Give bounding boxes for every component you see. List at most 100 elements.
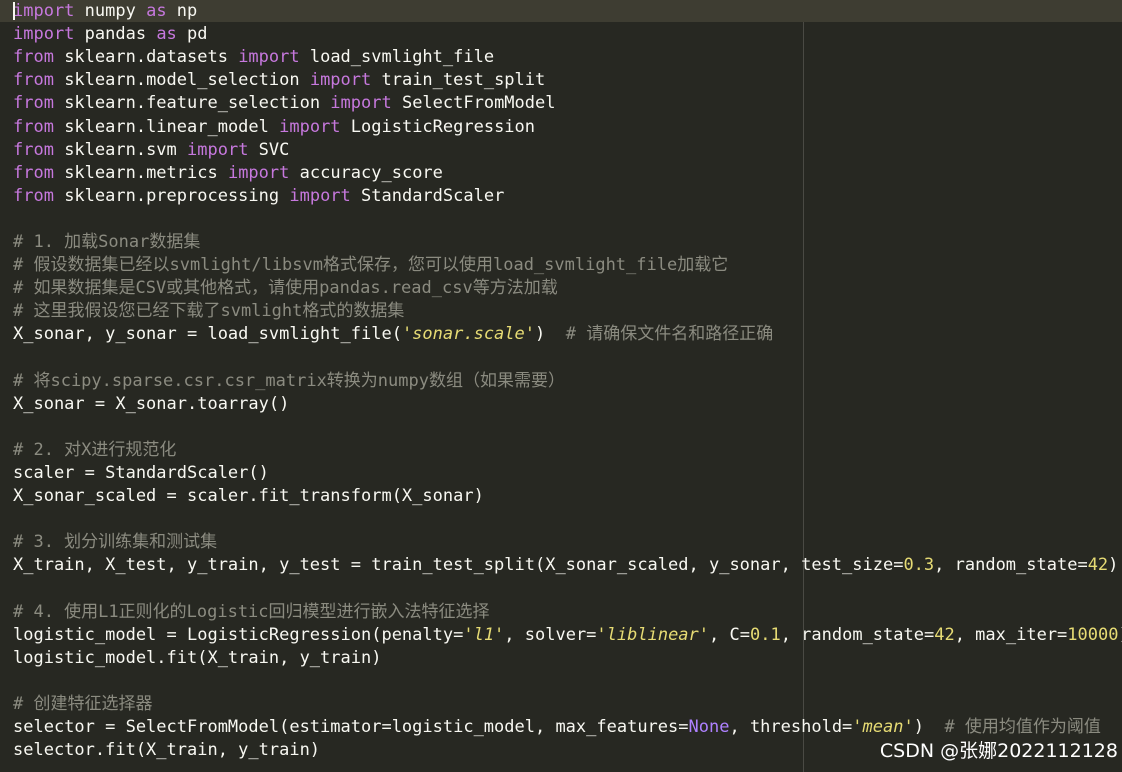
code-token: , solver=	[504, 624, 597, 645]
code-token: X_sonar = X_sonar.toarray()	[13, 393, 290, 414]
code-token: numpy	[74, 1, 147, 21]
code-line[interactable]: X_sonar = X_sonar.toarray()	[13, 393, 289, 415]
code-token: scaler = StandardScaler()	[13, 463, 269, 483]
code-token: X_sonar_scaled = scaler.fit_transform(X_…	[13, 486, 484, 507]
code-token: )	[535, 324, 566, 345]
comment-token: # 将scipy.sparse.csr.csr_matrix转换为numpy数组…	[13, 370, 565, 391]
code-token: , max_iter=	[954, 624, 1068, 645]
code-token: sklearn.linear_model	[53, 116, 280, 137]
code-token: X_train, X_test, y_train, y_test = train…	[13, 555, 904, 576]
code-line[interactable]: X_train, X_test, y_train, y_test = train…	[13, 554, 1118, 576]
code-token: selector = SelectFromModel(estimator=log…	[13, 717, 689, 738]
code-line[interactable]: from sklearn.model_selection import trai…	[13, 69, 545, 91]
code-token: np	[166, 1, 198, 21]
code-line[interactable]: # 3. 划分训练集和测试集	[13, 531, 217, 553]
column-ruler	[803, 0, 804, 772]
keyword-token: from	[13, 47, 54, 68]
code-token: SVC	[248, 139, 290, 160]
code-line[interactable]: # 1. 加载Sonar数据集	[13, 231, 200, 253]
literal-token: 42	[934, 624, 955, 645]
code-token: StandardScaler	[350, 185, 505, 206]
code-token: sklearn.datasets	[53, 47, 239, 68]
csdn-watermark: CSDN @张娜2022112128	[879, 740, 1118, 762]
code-line[interactable]: X_sonar_scaled = scaler.fit_transform(X_…	[13, 485, 484, 507]
literal-token: 10000	[1067, 624, 1119, 645]
code-line[interactable]: # 2. 对X进行规范化	[13, 439, 176, 461]
code-line[interactable]: # 如果数据集是CSV或其他格式，请使用pandas.read_csv等方法加载	[13, 277, 558, 299]
code-token: , threshold=	[729, 717, 853, 738]
code-token: X_sonar, y_sonar = load_svmlight_file(	[13, 324, 402, 345]
keyword-token: from	[13, 116, 54, 137]
comment-token: # 2. 对X进行规范化	[13, 439, 177, 460]
code-token: )	[1118, 625, 1122, 645]
code-token: load_svmlight_file	[299, 47, 495, 68]
string-token: 'mean'	[852, 717, 914, 738]
comment-token: # 1. 加载Sonar数据集	[13, 232, 201, 252]
code-token: LogisticRegression	[340, 116, 536, 137]
keyword-token: import	[238, 47, 300, 68]
code-line-current[interactable]: import numpy as np	[0, 0, 1122, 22]
keyword-token: import	[227, 162, 290, 183]
code-token: selector.fit(X_train, y_train)	[13, 740, 321, 761]
code-line[interactable]: from sklearn.svm import SVC	[13, 139, 289, 161]
code-line[interactable]: scaler = StandardScaler()	[13, 462, 269, 484]
keyword-token: from	[13, 162, 54, 183]
literal-token: 42	[1087, 555, 1109, 576]
keyword-token: import	[330, 93, 392, 114]
code-line[interactable]: from sklearn.metrics import accuracy_sco…	[13, 162, 443, 184]
keyword-token: import	[13, 24, 75, 45]
keyword-token: from	[13, 185, 54, 206]
string-token: 'liblinear'	[596, 624, 710, 645]
keyword-token: from	[13, 139, 54, 160]
code-line[interactable]: logistic_model.fit(X_train, y_train)	[13, 647, 381, 669]
code-token: sklearn.model_selection	[53, 70, 310, 91]
code-token: )	[913, 717, 945, 738]
keyword-token: import	[289, 185, 351, 206]
code-token: sklearn.preprocessing	[53, 185, 290, 206]
code-line[interactable]: selector = SelectFromModel(estimator=log…	[13, 716, 1101, 738]
code-token: logistic_model = LogisticRegression(pena…	[13, 624, 464, 645]
code-token: sklearn.metrics	[53, 162, 228, 183]
string-token: 'sonar.scale'	[401, 324, 535, 345]
code-token: sklearn.svm	[53, 139, 188, 160]
code-editor[interactable]: import numpy as np import pandas as pd fro…	[0, 0, 1122, 772]
code-line[interactable]: from sklearn.datasets import load_svmlig…	[13, 46, 494, 68]
code-line[interactable]: selector.fit(X_train, y_train)	[13, 739, 320, 761]
keyword-token: from	[13, 93, 54, 114]
keyword-token: import	[187, 139, 249, 160]
code-token: , random_state=	[934, 555, 1088, 576]
code-token: , random_state=	[780, 624, 935, 645]
literal-token: 0.1	[749, 624, 781, 645]
code-line[interactable]: # 创建特征选择器	[13, 693, 152, 715]
code-token: , C=	[709, 624, 750, 645]
comment-token: # 请确保文件名和路径正确	[565, 324, 774, 345]
keyword-token: import	[279, 116, 341, 137]
comment-token: # 假设数据集已经以svmlight/libsvm格式保存，您可以使用load_…	[13, 255, 729, 276]
code-line[interactable]: # 假设数据集已经以svmlight/libsvm格式保存，您可以使用load_…	[13, 254, 728, 276]
code-line[interactable]: logistic_model = LogisticRegression(pena…	[13, 624, 1122, 646]
code-token: SelectFromModel	[391, 93, 556, 114]
keyword-token: import	[13, 1, 75, 21]
code-line[interactable]: X_sonar, y_sonar = load_svmlight_file('s…	[13, 323, 773, 345]
code-token: pandas	[74, 24, 157, 45]
code-line[interactable]: from sklearn.preprocessing import Standa…	[13, 185, 504, 207]
keyword-token: from	[13, 70, 54, 91]
code-line[interactable]: # 将scipy.sparse.csr.csr_matrix转换为numpy数组…	[13, 370, 565, 392]
code-token: pd	[176, 24, 208, 45]
string-token: 'l1'	[463, 624, 505, 645]
text-cursor	[13, 2, 15, 20]
comment-token: # 如果数据集是CSV或其他格式，请使用pandas.read_csv等方法加载	[13, 278, 558, 299]
code-token: train_test_split	[371, 70, 546, 91]
code-line[interactable]: from sklearn.feature_selection import Se…	[13, 92, 555, 114]
code-token: sklearn.feature_selection	[53, 93, 331, 114]
code-token: logistic_model.fit(X_train, y_train)	[13, 647, 382, 668]
keyword-token: as	[146, 1, 167, 21]
code-line[interactable]: # 4. 使用L1正则化的Logistic回归模型进行嵌入法特征选择	[13, 601, 490, 623]
code-line[interactable]: import pandas as pd	[13, 23, 208, 45]
code-line[interactable]: from sklearn.linear_model import Logisti…	[13, 116, 535, 138]
code-line[interactable]: # 这里我假设您已经下载了svmlight格式的数据集	[13, 300, 404, 322]
literal-token: None	[688, 717, 730, 738]
code-token: accuracy_score	[289, 162, 443, 183]
comment-token: # 4. 使用L1正则化的Logistic回归模型进行嵌入法特征选择	[13, 601, 490, 622]
literal-token: 0.3	[903, 555, 935, 576]
